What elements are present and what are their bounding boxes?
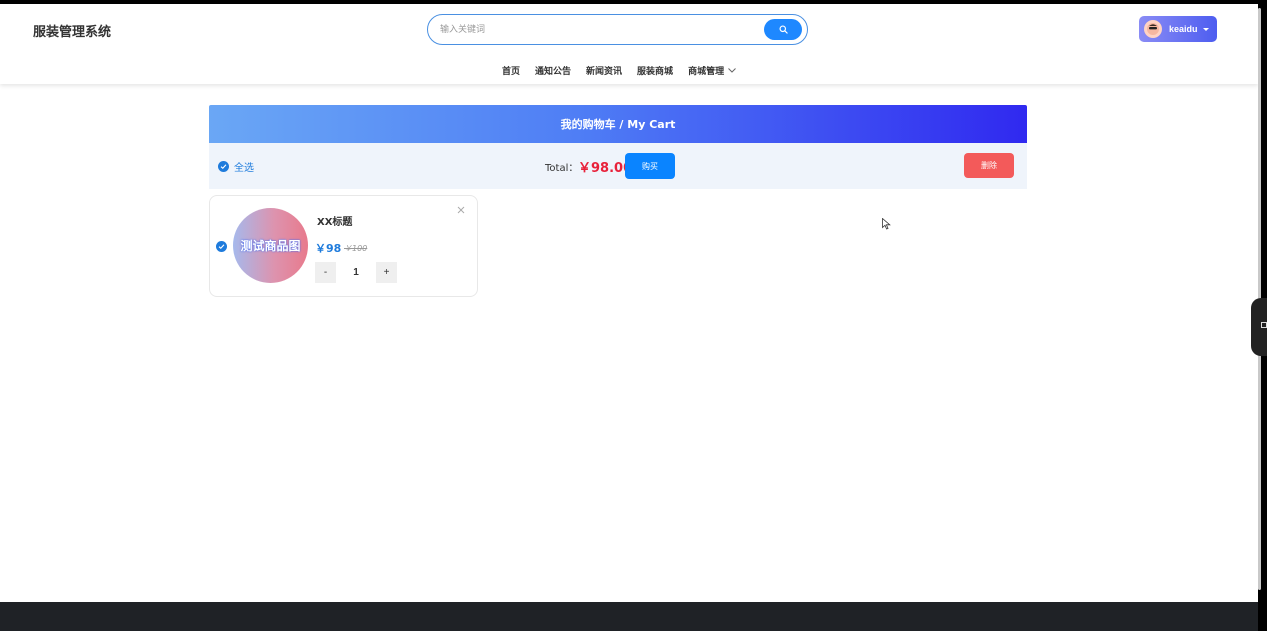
- check-circle-icon: [218, 161, 229, 172]
- app-title: 服装管理系统: [33, 25, 112, 40]
- decrease-quantity-button[interactable]: -: [315, 262, 336, 283]
- product-image[interactable]: 测试商品图: [233, 208, 308, 283]
- close-icon[interactable]: [457, 206, 465, 214]
- buy-button[interactable]: 购买: [625, 153, 675, 179]
- quantity-stepper: - +: [315, 262, 397, 283]
- nav-item-news[interactable]: 新闻资讯: [586, 64, 622, 77]
- select-all-label: 全选: [234, 163, 254, 174]
- total-label: Total：: [545, 163, 579, 174]
- cart-toolbar: 全选 Total： ￥98.00 购买 删除: [209, 143, 1027, 189]
- search-bar: [427, 14, 808, 45]
- chevron-down-icon: [728, 67, 736, 73]
- cart-title: 我的购物车 / My Cart: [560, 118, 676, 131]
- nav-item-notices[interactable]: 通知公告: [535, 64, 571, 77]
- delete-button[interactable]: 删除: [964, 153, 1014, 178]
- cart-title-banner: 我的购物车 / My Cart: [209, 105, 1027, 143]
- nav-item-clothing-store[interactable]: 服装商城: [637, 64, 673, 77]
- product-price: ￥98: [315, 242, 342, 255]
- nav-item-label: 服装商城: [637, 66, 674, 77]
- product-original-price: ￥100: [344, 244, 368, 253]
- product-title: XX标题: [317, 217, 353, 228]
- quantity-input[interactable]: [336, 262, 376, 283]
- search-icon: [778, 25, 788, 34]
- avatar-icon: [1144, 20, 1162, 38]
- panel-icon: [1261, 322, 1267, 328]
- check-circle-icon: [218, 244, 225, 250]
- search-button[interactable]: [764, 19, 802, 40]
- nav-item-label: 通知公告: [535, 66, 572, 77]
- user-menu[interactable]: keaidu: [1139, 16, 1217, 42]
- nav-item-label: 首页: [502, 66, 521, 77]
- mouse-cursor-icon: [882, 218, 891, 230]
- side-panel-handle[interactable]: [1251, 298, 1267, 356]
- nav-item-label: 新闻资讯: [586, 66, 623, 77]
- item-checkbox[interactable]: [216, 241, 227, 252]
- product-image-text: 测试商品图: [240, 239, 301, 253]
- main-nav: 首页 通知公告 新闻资讯 服装商城 商城管理: [502, 63, 751, 77]
- increase-quantity-button[interactable]: +: [376, 262, 397, 283]
- username: keaidu: [1169, 24, 1198, 34]
- cart-item: 测试商品图 XX标题 ￥98 ￥100 - +: [209, 195, 478, 297]
- nav-item-store-management[interactable]: 商城管理: [688, 64, 736, 77]
- nav-item-home[interactable]: 首页: [502, 64, 520, 77]
- nav-item-label: 商城管理: [688, 66, 725, 77]
- total-value: ￥98.00: [578, 161, 633, 176]
- site-footer: [0, 602, 1258, 631]
- select-all-checkbox[interactable]: 全选: [218, 159, 254, 174]
- site-header: 服装管理系统 keaidu 首页 通知公告 新闻资讯 服装商城 商城管理: [0, 4, 1258, 84]
- search-input[interactable]: [440, 21, 760, 39]
- user-dropdown-icon: [1202, 27, 1209, 31]
